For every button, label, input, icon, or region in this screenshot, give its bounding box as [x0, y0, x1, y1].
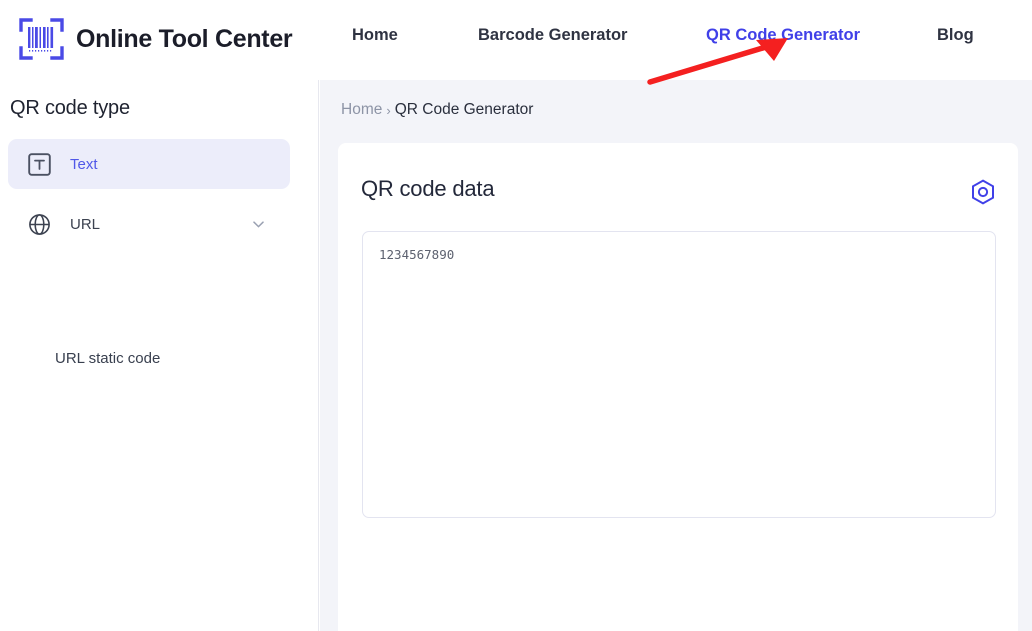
sidebar-item-text-label: Text [70, 155, 98, 173]
site-header: Online Tool Center Home Barcode Generato… [0, 0, 1032, 85]
content-area: Home › QR Code Generator QR code data [320, 80, 1032, 631]
barcode-scan-icon [18, 16, 65, 62]
sidebar: QR code type Text URL URL static code [0, 80, 319, 631]
breadcrumb-current: QR Code Generator [394, 101, 534, 118]
nav-item-home[interactable]: Home [352, 26, 398, 45]
nav-item-qr-code-generator[interactable]: QR Code Generator [706, 26, 860, 45]
breadcrumb: Home › QR Code Generator [341, 101, 533, 119]
sidebar-item-text[interactable]: Text [8, 139, 290, 189]
qr-data-card: QR code data [338, 143, 1018, 631]
chevron-down-icon[interactable] [252, 218, 265, 231]
text-box-icon [28, 152, 51, 176]
card-title: QR code data [361, 176, 495, 201]
card-header: QR code data [361, 176, 996, 210]
main-nav: Home Barcode Generator QR Code Generator… [320, 0, 1032, 80]
qr-data-textarea[interactable] [362, 231, 996, 518]
nav-item-blog[interactable]: Blog [937, 26, 974, 45]
breadcrumb-separator-icon: › [386, 102, 391, 118]
hex-settings-icon[interactable] [970, 179, 996, 205]
globe-icon [28, 213, 51, 236]
brand-name: Online Tool Center [76, 24, 293, 53]
sidebar-subitem-url-static-code[interactable]: URL static code [55, 350, 160, 367]
sidebar-item-url-label: URL [70, 215, 101, 233]
brand-logo[interactable]: Online Tool Center [18, 16, 293, 62]
page-root: Online Tool Center Home Barcode Generato… [0, 0, 1032, 631]
nav-item-barcode-generator[interactable]: Barcode Generator [478, 26, 627, 45]
sidebar-item-url[interactable]: URL [8, 199, 290, 249]
breadcrumb-home[interactable]: Home [341, 101, 382, 119]
sidebar-title: QR code type [10, 97, 130, 119]
